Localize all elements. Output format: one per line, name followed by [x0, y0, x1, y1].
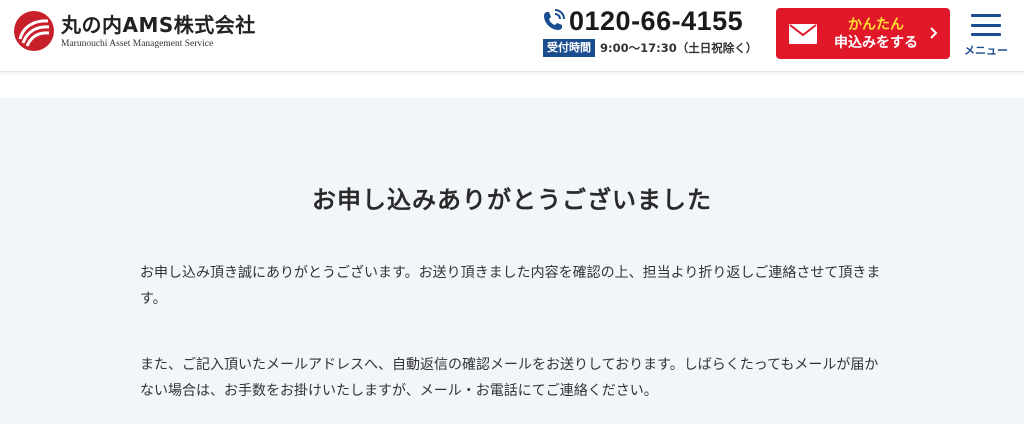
phone-number: 0120-66-4155	[569, 5, 744, 36]
phone-link[interactable]: 0120-66-4155	[540, 5, 743, 37]
hours-text: 9:00〜17:30（土日祝除く）	[600, 41, 758, 55]
menu-label: メニュー	[964, 44, 1008, 57]
mail-icon	[789, 23, 817, 44]
site-header: 丸の内AMS株式会社 Marunouchi Asset Management S…	[0, 0, 1024, 72]
chevron-right-icon	[930, 27, 938, 39]
company-name: 丸の内AMS株式会社	[61, 12, 256, 37]
main-content: お申し込みありがとうございました お申し込み頂き誠にありがとうございます。お送り…	[0, 98, 1024, 424]
apply-button-line1: かんたん	[848, 16, 904, 33]
hamburger-icon	[971, 14, 1001, 36]
logo-circle-mark	[14, 11, 54, 51]
site-logo[interactable]: 丸の内AMS株式会社 Marunouchi Asset Management S…	[14, 11, 256, 51]
hours-badge: 受付時間	[543, 39, 595, 57]
menu-button[interactable]: メニュー	[960, 14, 1012, 58]
thank-you-paragraph: お申し込み頂き誠にありがとうございます。お送り頂きました内容を確認の上、担当より…	[140, 265, 881, 307]
confirmation-email-paragraph: また、ご記入頂いたメールアドレスへ、自動返信の確認メールをお送りしております。し…	[140, 357, 879, 399]
company-subtitle: Marunouchi Asset Management Service	[61, 38, 214, 49]
business-hours: 受付時間 9:00〜17:30（土日祝除く）	[543, 39, 757, 57]
contact-info: 0120-66-4155 受付時間 9:00〜17:30（土日祝除く）	[540, 5, 764, 65]
apply-button-line2: 申込みをする	[834, 34, 918, 51]
easy-apply-button[interactable]: かんたん 申込みをする	[776, 8, 950, 59]
phone-icon	[544, 9, 565, 30]
page-title: お申し込みありがとうございました	[312, 186, 712, 214]
